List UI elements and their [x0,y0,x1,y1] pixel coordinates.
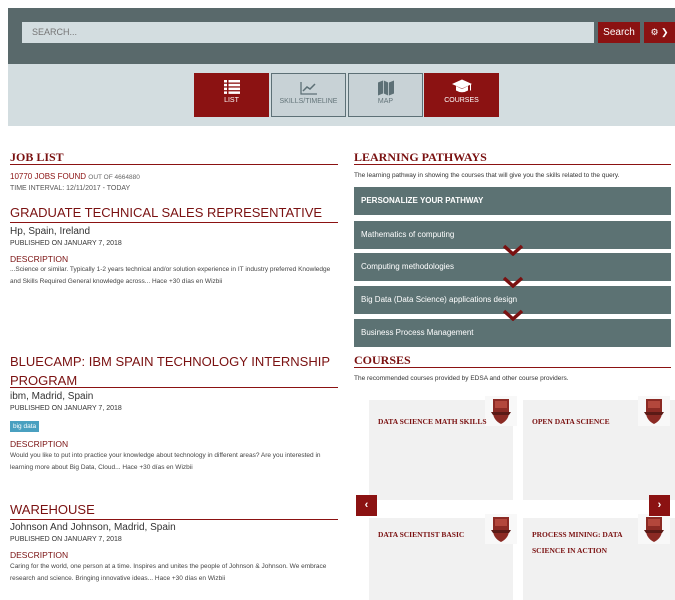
courses-description: The recommended courses provided by EDSA… [354,375,569,382]
pathways-title: LEARNING PATHWAYS [354,150,487,164]
job-list-title: JOB LIST [10,150,64,164]
job-title-link[interactable]: GRADUATE TECHNICAL SALES REPRESENTATIVE [10,203,340,222]
courses-rule [354,367,671,368]
courses-title: COURSES [354,353,411,367]
job-description-label: DESCRIPTION [10,254,69,264]
shield-logo-icon [491,399,511,424]
course-title[interactable]: OPEN DATA SCIENCE [532,414,642,430]
shield-logo-icon [644,399,664,424]
job-published-date: PUBLISHED ON JANUARY 7, 2018 [10,405,122,412]
tab-list-label: LIST [224,97,239,104]
job-title-link[interactable]: BLUECAMP: IBM SPAIN TECHNOLOGY INTERNSHI… [10,352,340,390]
job-description: ...Science or similar. Typically 1-2 yea… [10,266,331,285]
job-published-date: PUBLISHED ON JANUARY 7, 2018 [10,240,122,247]
tab-skills-timeline-label: SKILLS/TIMELINE [279,98,338,105]
job-company: Hp, Spain, Ireland [10,226,91,237]
job-title-rule [10,387,338,388]
job-published-date: PUBLISHED ON JANUARY 7, 2018 [10,536,122,543]
chevron-down-icon [502,276,524,288]
job-description: Caring for the world, one person at a ti… [10,563,327,582]
search-button[interactable]: Search [598,22,640,43]
job-list-rule [10,164,338,165]
course-title[interactable]: PROCESS MINING: DATA SCIENCE IN ACTION [532,527,647,559]
settings-button[interactable]: ⚙ ❯ [644,22,675,43]
course-logo [638,396,670,426]
top-header: Search ⚙ ❯ [8,8,675,64]
job-description-label: DESCRIPTION [10,550,69,560]
map-icon [377,80,394,96]
course-title[interactable]: DATA SCIENCE MATH SKILLS [378,414,488,430]
job-title-rule [10,519,338,520]
tab-courses-label: COURSES [444,97,479,104]
job-description: Would you like to put into practice your… [10,452,321,471]
skill-tag[interactable]: big data [10,421,40,432]
jobs-found-count: 10770 JOBS FOUND OUT OF 4664880 [10,172,140,181]
job-title-link[interactable]: WAREHOUSE [10,500,340,519]
course-logo [485,514,517,544]
pathways-rule [354,164,671,165]
chevron-down-icon [502,244,524,256]
pathway-step[interactable]: Business Process Management [354,319,671,347]
tab-map[interactable]: MAP [348,73,423,117]
graduation-cap-icon [451,79,472,93]
tab-list[interactable]: LIST [194,73,269,117]
shield-logo-icon [491,517,511,542]
jobs-found-total: OUT OF 4664880 [88,174,140,181]
tab-map-label: MAP [377,98,394,105]
list-icon [223,80,240,94]
pathways-description: The learning pathway in showing the cour… [354,172,620,179]
carousel-prev-button[interactable]: ‹ [356,495,377,516]
time-interval: TIME INTERVAL: 12/11/2017 - TODAY [10,185,131,192]
chevron-down-icon [502,309,524,321]
jobs-found-number: 10770 JOBS FOUND [10,172,87,181]
job-company: Johnson And Johnson, Madrid, Spain [10,522,176,533]
tab-courses[interactable]: COURSES [424,73,499,117]
job-description-label: DESCRIPTION [10,439,69,449]
course-title[interactable]: DATA SCIENTIST BASIC [378,527,488,543]
job-company: ibm, Madrid, Spain [10,391,94,402]
course-logo [485,396,517,426]
line-chart-icon [299,82,317,95]
carousel-next-button[interactable]: › [649,495,670,516]
job-title-rule [10,222,338,223]
tab-skills-timeline[interactable]: SKILLS/TIMELINE [271,73,346,117]
search-input[interactable] [22,22,594,43]
pathway-personalize[interactable]: PERSONALIZE YOUR PATHWAY [354,187,671,215]
